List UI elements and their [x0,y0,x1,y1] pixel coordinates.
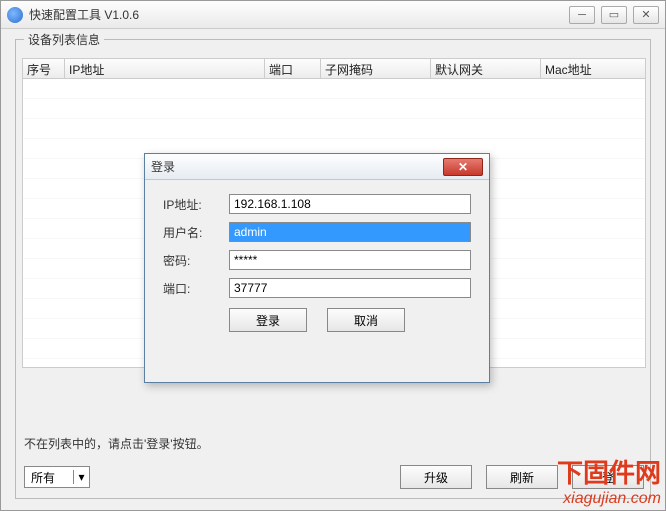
dialog-body: IP地址: 用户名: 密码: 端口: 登录 取消 [145,180,489,342]
table-header: 序号 IP地址 端口 子网掩码 默认网关 Mac地址 [23,59,645,79]
dialog-titlebar: 登录 ✕ [145,154,489,180]
hint-text: 不在列表中的，请点击'登录'按钮。 [24,435,209,452]
titlebar: 快速配置工具 V1.0.6 ─ ▭ ✕ [1,1,665,29]
ip-field[interactable] [229,194,471,214]
window-buttons: ─ ▭ ✕ [569,6,659,24]
close-button[interactable]: ✕ [633,6,659,24]
label-password: 密码: [163,252,229,269]
dialog-buttons: 登录 取消 [163,308,471,332]
col-port[interactable]: 端口 [265,59,321,78]
label-ip: IP地址: [163,196,229,213]
col-ip[interactable]: IP地址 [65,59,265,78]
col-netmask[interactable]: 子网掩码 [321,59,431,78]
username-field[interactable] [229,222,471,242]
main-window: 快速配置工具 V1.0.6 ─ ▭ ✕ 设备列表信息 序号 IP地址 端口 子网… [0,0,666,511]
port-field[interactable] [229,278,471,298]
chevron-down-icon: ▾ [73,470,89,484]
filter-select[interactable]: 所有 ▾ [24,466,90,488]
refresh-button[interactable]: 刷新 [486,465,558,489]
dialog-cancel-button[interactable]: 取消 [327,308,405,332]
upgrade-button[interactable]: 升级 [400,465,472,489]
login-button-main[interactable]: 登 [572,465,644,489]
login-dialog: 登录 ✕ IP地址: 用户名: 密码: 端口: 登录 [144,153,490,383]
col-seq[interactable]: 序号 [23,59,65,78]
filter-selected: 所有 [25,469,73,486]
app-icon [7,7,23,23]
maximize-button[interactable]: ▭ [601,6,627,24]
group-label: 设备列表信息 [24,31,104,48]
password-field[interactable] [229,250,471,270]
col-gateway[interactable]: 默认网关 [431,59,541,78]
dialog-title: 登录 [151,158,443,175]
col-mac[interactable]: Mac地址 [541,59,645,78]
dialog-close-button[interactable]: ✕ [443,158,483,176]
bottom-toolbar: 所有 ▾ 升级 刷新 登 [24,462,644,492]
window-title: 快速配置工具 V1.0.6 [29,6,569,23]
label-port: 端口: [163,280,229,297]
close-icon: ✕ [458,160,468,174]
label-user: 用户名: [163,224,229,241]
minimize-button[interactable]: ─ [569,6,595,24]
dialog-login-button[interactable]: 登录 [229,308,307,332]
